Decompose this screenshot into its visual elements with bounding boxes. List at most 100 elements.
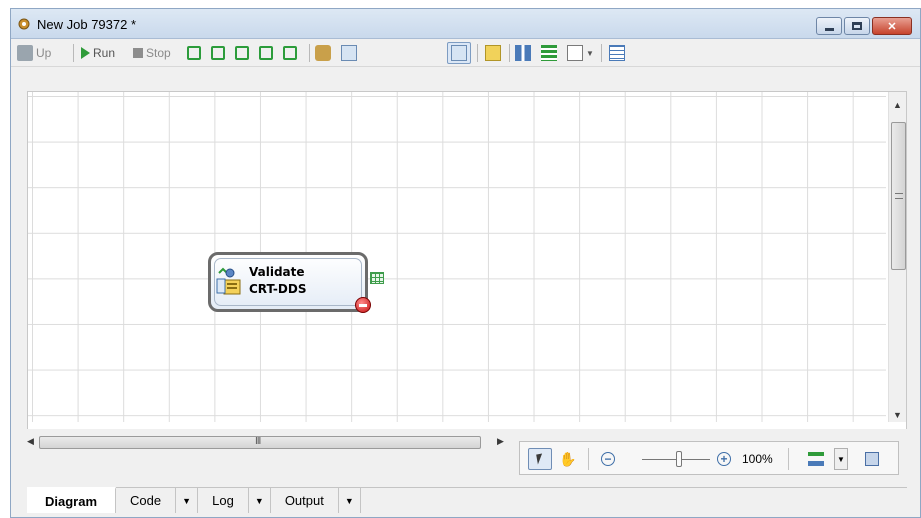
- rows-icon: [541, 45, 557, 61]
- tab-label: Output: [284, 493, 324, 508]
- vertical-scrollbar[interactable]: ▲ ▼: [888, 92, 906, 422]
- minimize-button[interactable]: [816, 17, 842, 35]
- run-selected-icon: [211, 46, 225, 60]
- overview-icon: [865, 452, 879, 466]
- window-title: New Job 79372 *: [37, 17, 137, 32]
- output-table-port-icon[interactable]: [370, 272, 384, 284]
- maximize-icon: [852, 22, 862, 30]
- tab-label: Log: [212, 493, 234, 508]
- overview-button[interactable]: [860, 448, 884, 470]
- zoom-slider-thumb[interactable]: [676, 451, 682, 467]
- columns-button[interactable]: [515, 43, 531, 63]
- tab-label: Code: [130, 493, 162, 508]
- title-bar[interactable]: New Job 79372 * ✕: [11, 9, 920, 39]
- up-arrow-icon: [17, 45, 33, 61]
- zoom-in-button[interactable]: +: [712, 448, 736, 470]
- zoom-divider: [788, 448, 789, 470]
- run-label: Run: [93, 46, 116, 60]
- run-button[interactable]: Run: [81, 43, 115, 63]
- step-button[interactable]: [235, 43, 249, 63]
- stop-button[interactable]: Stop: [133, 43, 171, 63]
- horizontal-scrollbar[interactable]: ◀ III ▶: [27, 433, 507, 451]
- window-controls: ✕: [816, 17, 912, 35]
- vertical-scroll-thumb[interactable]: [891, 122, 906, 270]
- continue-button[interactable]: [259, 43, 273, 63]
- layout-icon: [808, 452, 824, 466]
- toolbar-divider: [601, 44, 602, 62]
- page-icon: [567, 45, 583, 61]
- properties-icon: [315, 45, 331, 61]
- toolbar-divider: [73, 44, 74, 62]
- diagram-canvas[interactable]: Validate CRT-DDS ▲ ▼: [27, 91, 907, 441]
- diagram-icon: [451, 45, 467, 61]
- run-from-icon: [187, 46, 201, 60]
- scroll-down-icon[interactable]: ▼: [893, 410, 902, 420]
- horizontal-scroll-thumb[interactable]: III: [39, 436, 481, 449]
- maximize-button[interactable]: [844, 17, 870, 35]
- details-button[interactable]: [609, 43, 625, 63]
- note-icon: [485, 45, 501, 61]
- auto-layout-button[interactable]: [804, 448, 828, 470]
- tab-output-menu[interactable]: ▼: [339, 488, 361, 513]
- pan-tool-button[interactable]: ✋: [556, 448, 580, 470]
- zoom-out-icon: −: [601, 452, 615, 466]
- hand-icon: ✋: [559, 450, 577, 467]
- tab-code[interactable]: Code: [116, 488, 177, 513]
- tab-log[interactable]: Log: [198, 488, 249, 513]
- zoom-panel: ✋ − + 100% ▼: [519, 441, 899, 475]
- up-label: Up: [36, 46, 52, 60]
- properties-button[interactable]: [315, 43, 331, 63]
- run-to-button[interactable]: [283, 43, 297, 63]
- node-subtitle: CRT-DDS: [249, 282, 307, 296]
- run-from-selected-button[interactable]: [187, 43, 201, 63]
- details-icon: [609, 45, 625, 61]
- chevron-down-icon: ▼: [254, 495, 264, 506]
- step-icon: [235, 46, 249, 60]
- gear-icon: [18, 18, 30, 30]
- tab-output[interactable]: Output: [271, 488, 339, 513]
- stop-icon: [133, 48, 143, 58]
- continue-icon: [259, 46, 273, 60]
- tab-log-menu[interactable]: ▼: [249, 488, 271, 513]
- scroll-up-icon[interactable]: ▲: [893, 100, 902, 110]
- zoom-in-icon: +: [717, 452, 731, 466]
- zoom-divider: [588, 448, 589, 470]
- play-icon: [81, 47, 90, 59]
- add-note-button[interactable]: [485, 43, 501, 63]
- rows-button[interactable]: [541, 43, 557, 63]
- pointer-icon: [536, 453, 544, 465]
- layout-dropdown-button[interactable]: ▼: [834, 448, 848, 470]
- grip-icon: [895, 193, 903, 199]
- validate-transform-icon: [216, 267, 241, 295]
- up-button[interactable]: Up: [17, 43, 51, 63]
- tab-diagram[interactable]: Diagram: [27, 487, 117, 513]
- chevron-down-icon: ▼: [182, 495, 192, 506]
- tab-label: Diagram: [45, 493, 98, 509]
- scroll-right-icon[interactable]: ▶: [497, 436, 504, 447]
- toolbar: Up Run Stop ▼: [11, 39, 920, 67]
- close-icon: ✕: [887, 20, 897, 33]
- node-title: Validate: [249, 265, 305, 279]
- error-status-icon: [355, 297, 371, 313]
- scroll-left-icon[interactable]: ◀: [27, 436, 34, 447]
- diagram-view-toggle[interactable]: [447, 42, 471, 64]
- job-window: New Job 79372 * ✕ Up Run Stop ▼ Validate…: [10, 8, 921, 518]
- chevron-down-icon: ▼: [837, 454, 845, 464]
- run-selected-button[interactable]: [211, 43, 225, 63]
- bottom-controls: ◀ III ▶ ✋ − + 100% ▼: [27, 429, 907, 489]
- minimize-icon: [824, 27, 834, 31]
- toolbar-divider: [309, 44, 310, 62]
- tab-code-menu[interactable]: ▼: [176, 488, 199, 513]
- validate-node[interactable]: Validate CRT-DDS: [208, 252, 368, 312]
- chevron-down-icon: ▼: [344, 495, 354, 506]
- toolbar-divider: [477, 44, 478, 62]
- close-button[interactable]: ✕: [872, 17, 912, 35]
- view-tabs: Diagram Code ▼ Log ▼ Output ▼: [27, 487, 907, 513]
- chevron-down-icon: ▼: [586, 48, 594, 58]
- page-options-button[interactable]: ▼: [567, 43, 594, 63]
- code-generation-button[interactable]: [341, 43, 357, 63]
- zoom-out-button[interactable]: −: [596, 448, 620, 470]
- select-tool-button[interactable]: [528, 448, 552, 470]
- run-to-icon: [283, 46, 297, 60]
- diagram-grid: [28, 92, 886, 422]
